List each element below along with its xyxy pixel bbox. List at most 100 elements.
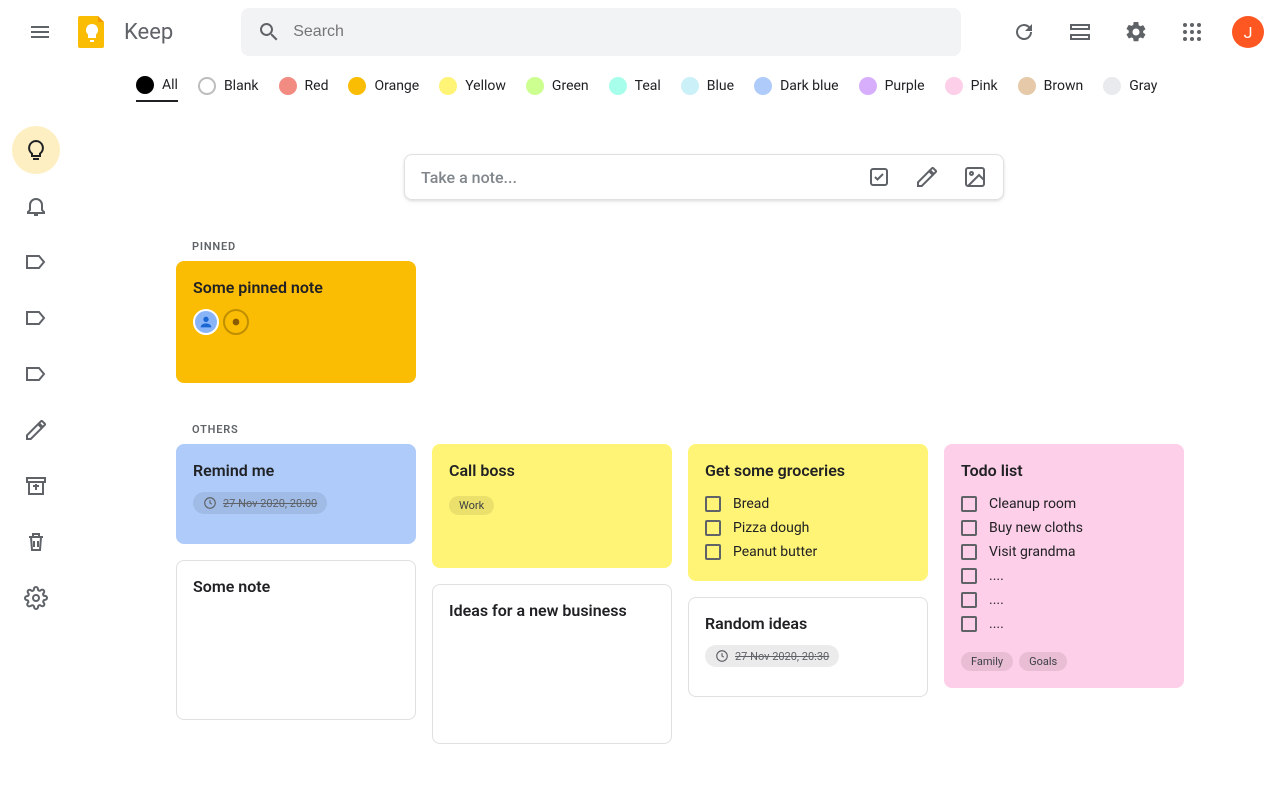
new-list-icon[interactable] — [867, 165, 891, 189]
label-icon — [24, 250, 48, 274]
note-title: Some pinned note — [193, 278, 399, 297]
take-note-placeholder: Take a note... — [421, 168, 867, 187]
checklist-item[interactable]: .... — [961, 588, 1167, 612]
list-view-button[interactable] — [1056, 8, 1104, 56]
sidebar-archive[interactable] — [12, 462, 60, 510]
note-checklist: BreadPizza doughPeanut butter — [705, 492, 911, 564]
take-note-bar[interactable]: Take a note... — [404, 154, 1004, 200]
color-filter-teal[interactable]: Teal — [609, 77, 661, 101]
new-image-icon[interactable] — [963, 165, 987, 189]
color-filter-label: All — [162, 77, 178, 93]
checkbox-icon[interactable] — [705, 496, 721, 512]
color-filter-dark-blue[interactable]: Dark blue — [754, 77, 839, 101]
note-title: Todo list — [961, 461, 1167, 480]
sidebar-reminders[interactable] — [12, 182, 60, 230]
new-drawing-icon[interactable] — [915, 165, 939, 189]
label-icon — [24, 362, 48, 386]
collaborator-avatar[interactable] — [223, 309, 249, 335]
checklist-item-text: Visit grandma — [989, 544, 1075, 560]
color-filter-bar: All Blank Red Orange Yellow Green Teal Blue Dark… — [0, 64, 1280, 114]
label-chip[interactable]: Work — [449, 496, 494, 515]
checklist-item[interactable]: Bread — [705, 492, 911, 516]
pencil-icon — [24, 418, 48, 442]
color-filter-label: Pink — [971, 78, 998, 94]
checkbox-icon[interactable] — [961, 544, 977, 560]
color-filter-blank[interactable]: Blank — [198, 77, 259, 101]
sidebar-label-2[interactable] — [12, 294, 60, 342]
color-dot — [279, 77, 297, 95]
sidebar-trash[interactable] — [12, 518, 60, 566]
color-filter-label: Blue — [707, 78, 734, 94]
apps-button[interactable] — [1168, 8, 1216, 56]
color-filter-gray[interactable]: Gray — [1103, 77, 1157, 101]
note-card[interactable]: Get some groceriesBreadPizza doughPeanut… — [688, 444, 928, 581]
color-filter-label: Yellow — [465, 78, 506, 94]
reminder-chip[interactable]: 27 Nov 2020, 20:30 — [705, 645, 839, 667]
color-filter-label: Dark blue — [780, 78, 839, 94]
checklist-item[interactable]: .... — [961, 612, 1167, 636]
sidebar-label-3[interactable] — [12, 350, 60, 398]
checklist-item[interactable]: Visit grandma — [961, 540, 1167, 564]
color-filter-label: Teal — [635, 78, 661, 94]
label-chip[interactable]: Family — [961, 652, 1013, 671]
sidebar-settings[interactable] — [12, 574, 60, 622]
note-title: Ideas for a new business — [449, 601, 655, 620]
color-filter-blue[interactable]: Blue — [681, 77, 734, 101]
bell-icon — [24, 194, 48, 218]
sidebar-label-1[interactable] — [12, 238, 60, 286]
section-pinned-label: PINNED — [192, 240, 1232, 253]
refresh-button[interactable] — [1000, 8, 1048, 56]
reminder-chip[interactable]: 27 Nov 2020, 20:00 — [193, 492, 327, 514]
hamburger-icon — [28, 20, 52, 44]
note-card[interactable]: Random ideas 27 Nov 2020, 20:30 — [688, 597, 928, 697]
color-filter-label: Brown — [1044, 78, 1084, 94]
checkbox-icon[interactable] — [961, 496, 977, 512]
checkbox-icon[interactable] — [961, 520, 977, 536]
main-menu-button[interactable] — [16, 8, 64, 56]
checklist-item[interactable]: Pizza dough — [705, 516, 911, 540]
sidebar-notes[interactable] — [12, 126, 60, 174]
color-filter-brown[interactable]: Brown — [1018, 77, 1084, 101]
search-bar[interactable] — [241, 8, 961, 56]
note-card[interactable]: Ideas for a new business — [432, 584, 672, 744]
settings-button[interactable] — [1112, 8, 1160, 56]
note-card[interactable]: Some pinned note — [176, 261, 416, 383]
search-input[interactable] — [293, 23, 945, 41]
keep-logo — [72, 12, 112, 52]
label-icon — [24, 306, 48, 330]
notes-column: Get some groceriesBreadPizza doughPeanut… — [688, 444, 928, 744]
checklist-item[interactable]: .... — [961, 564, 1167, 588]
checklist-item-text: Cleanup room — [989, 496, 1076, 512]
color-dot — [945, 77, 963, 95]
checkbox-icon[interactable] — [705, 544, 721, 560]
checkbox-icon[interactable] — [705, 520, 721, 536]
color-filter-orange[interactable]: Orange — [348, 77, 419, 101]
color-filter-label: Purple — [885, 78, 925, 94]
note-card[interactable]: Todo list Cleanup room Buy new cloths Visit… — [944, 444, 1184, 688]
color-filter-all[interactable]: All — [136, 76, 178, 102]
checklist-item-text: Buy new cloths — [989, 520, 1083, 536]
color-filter-yellow[interactable]: Yellow — [439, 77, 506, 101]
note-card[interactable]: Some note — [176, 560, 416, 720]
note-card[interactable]: Remind me27 Nov 2020, 20:00 — [176, 444, 416, 544]
color-dot — [1018, 77, 1036, 95]
checklist-item[interactable]: Buy new cloths — [961, 516, 1167, 540]
color-filter-red[interactable]: Red — [279, 77, 329, 101]
sidebar-edit-labels[interactable] — [12, 406, 60, 454]
notes-column: Call bossWork Ideas for a new business — [432, 444, 672, 744]
checkbox-icon[interactable] — [961, 592, 977, 608]
note-title: Random ideas — [705, 614, 911, 633]
color-filter-label: Orange — [374, 78, 419, 94]
color-filter-pink[interactable]: Pink — [945, 77, 998, 101]
color-filter-green[interactable]: Green — [526, 77, 589, 101]
collaborator-avatar[interactable] — [193, 309, 219, 335]
label-chip[interactable]: Goals — [1019, 652, 1067, 671]
note-card[interactable]: Call bossWork — [432, 444, 672, 568]
checklist-item[interactable]: Cleanup room — [961, 492, 1167, 516]
account-avatar[interactable]: J — [1232, 16, 1264, 48]
checkbox-icon[interactable] — [961, 568, 977, 584]
checklist-item[interactable]: Peanut butter — [705, 540, 911, 564]
app-title: Keep — [124, 20, 173, 45]
color-filter-purple[interactable]: Purple — [859, 77, 925, 101]
checkbox-icon[interactable] — [961, 616, 977, 632]
